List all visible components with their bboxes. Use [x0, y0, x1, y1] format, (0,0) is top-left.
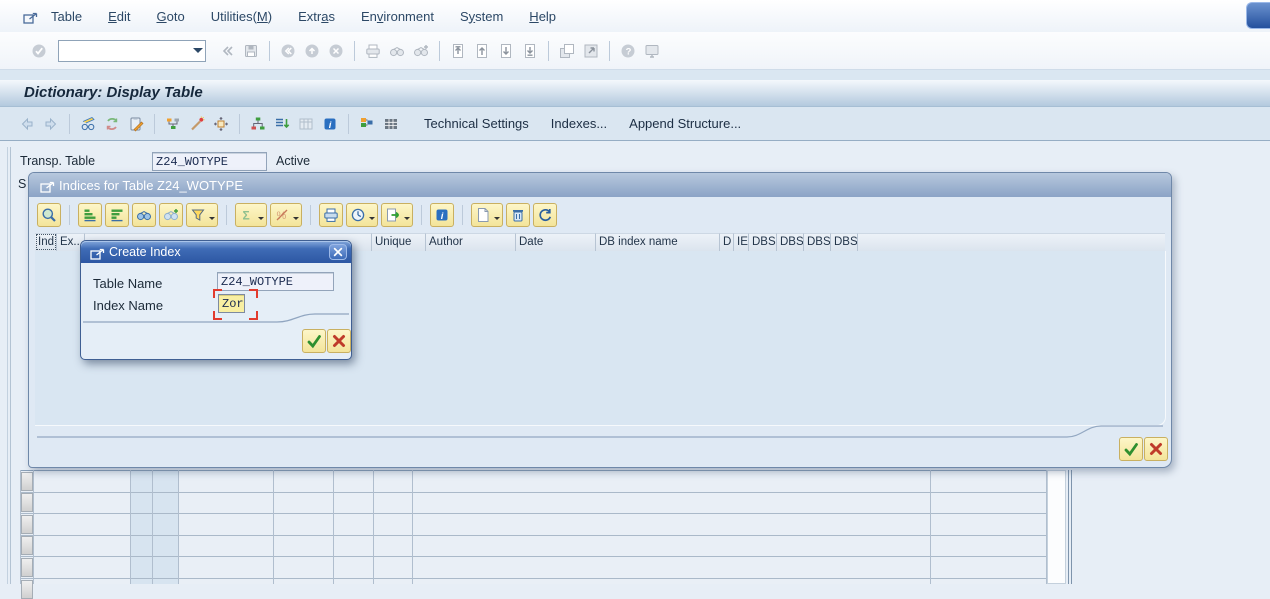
create-index-titlebar[interactable]: Create Index — [81, 241, 351, 263]
svg-text:Σ: Σ — [243, 209, 250, 223]
separator — [69, 205, 70, 225]
column-header-db-index-name[interactable]: DB index name — [596, 233, 720, 251]
column-header-dbs-2[interactable]: DBS — [777, 233, 804, 251]
grid-line — [412, 470, 413, 584]
column-header-date[interactable]: Date — [516, 233, 596, 251]
indices-dialog-footer — [1119, 437, 1168, 461]
grid-line — [20, 513, 1046, 514]
indices-dialog-title: Indices for Table Z24_WOTYPE — [59, 178, 243, 193]
print2-icon[interactable] — [319, 203, 343, 227]
column-header-dbs-3[interactable]: DBS — [804, 233, 831, 251]
column-header-ie[interactable]: IE — [734, 233, 749, 251]
index-name-label: Index Name — [93, 298, 163, 313]
grid-line — [178, 470, 179, 584]
column-header-ind[interactable]: Ind — [35, 233, 57, 251]
grid-line — [1071, 470, 1072, 584]
focus-bracket — [249, 311, 258, 320]
separator — [462, 205, 463, 225]
separator — [310, 205, 311, 225]
table-name-label: Table Name — [93, 276, 162, 291]
grid-line — [373, 470, 374, 584]
info-icon[interactable]: i — [430, 203, 454, 227]
filter-icon[interactable] — [186, 203, 218, 227]
separator — [226, 205, 227, 225]
grid-line — [273, 470, 274, 584]
alv-toolbar: Σ% i — [37, 203, 557, 227]
create-index-footer — [302, 329, 351, 353]
column-header-d[interactable]: D — [720, 233, 734, 251]
find-next2-icon[interactable] — [159, 203, 183, 227]
grid-highlight-columns — [130, 470, 178, 584]
indices-dialog-titlebar[interactable]: Indices for Table Z24_WOTYPE — [29, 173, 1171, 197]
sort-desc-icon[interactable] — [105, 203, 129, 227]
focus-bracket — [213, 289, 222, 298]
focus-bracket — [213, 311, 222, 320]
sum-icon[interactable]: Σ — [235, 203, 267, 227]
column-header-dbs-4[interactable]: DBS — [831, 233, 858, 251]
delete-icon[interactable] — [506, 203, 530, 227]
dialog-icon — [37, 177, 53, 193]
dialog-icon — [37, 177, 59, 199]
grid-line — [130, 470, 131, 584]
grid-line — [20, 535, 1046, 536]
focus-bracket — [249, 289, 258, 298]
column-header-unique[interactable]: Unique — [372, 233, 426, 251]
row-selector[interactable] — [21, 493, 33, 512]
row-selector[interactable] — [21, 472, 33, 491]
refresh2-icon[interactable] — [533, 203, 557, 227]
column-header-filler — [858, 233, 1165, 251]
cancel-x-icon[interactable] — [1144, 437, 1168, 461]
grid-line — [333, 470, 334, 584]
close-button[interactable] — [329, 244, 347, 260]
confirm-check-icon[interactable] — [302, 329, 326, 353]
row-selector[interactable] — [21, 558, 33, 577]
find2-icon[interactable] — [132, 203, 156, 227]
row-selector[interactable] — [21, 580, 33, 599]
index-name-field[interactable]: Zor — [218, 294, 245, 313]
create-index-title: Create Index — [109, 245, 181, 259]
export-icon[interactable] — [381, 203, 413, 227]
vertical-scrollbar[interactable] — [1047, 470, 1066, 584]
confirm-check-icon[interactable] — [1119, 437, 1143, 461]
create-index-dialog: Create Index Table Name Z24_WOTYPE Index… — [80, 240, 352, 360]
percent-icon[interactable]: % — [270, 203, 302, 227]
views-icon[interactable] — [346, 203, 378, 227]
grid-line — [152, 470, 153, 584]
svg-text:i: i — [441, 211, 444, 222]
dialog-icon — [87, 244, 103, 260]
row-selector[interactable] — [21, 536, 33, 555]
cancel-x-icon[interactable] — [327, 329, 351, 353]
grid-line — [930, 470, 931, 584]
grid-line — [20, 492, 1046, 493]
grid-line — [33, 470, 34, 584]
grid-line — [20, 470, 21, 584]
column-header-dbs-1[interactable]: DBS — [749, 233, 777, 251]
grid-line — [20, 470, 1046, 471]
separator — [421, 205, 422, 225]
table-name-field[interactable]: Z24_WOTYPE — [217, 272, 334, 291]
close-icon[interactable] — [327, 241, 349, 263]
row-selector[interactable] — [21, 515, 33, 534]
sort-asc-icon[interactable] — [78, 203, 102, 227]
grid-line — [1068, 470, 1069, 584]
dialog-icon — [87, 244, 109, 266]
details-icon[interactable] — [37, 203, 61, 227]
grid-line — [20, 556, 1046, 557]
grid-line — [20, 578, 1046, 579]
column-header-author[interactable]: Author — [426, 233, 516, 251]
new-page-icon[interactable] — [471, 203, 503, 227]
